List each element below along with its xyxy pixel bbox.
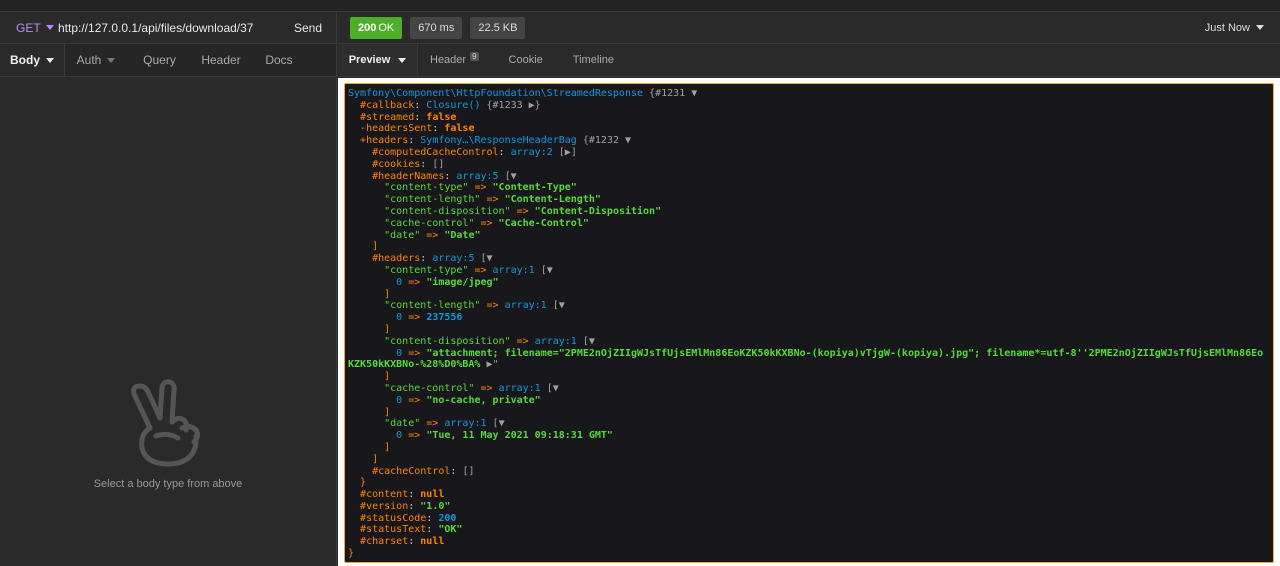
dump-line: ] xyxy=(372,453,379,465)
chevron-down-icon xyxy=(107,57,116,63)
dump-line: #cookies: [] xyxy=(372,158,445,170)
header-count-badge: 9 xyxy=(470,51,479,61)
tab-preview[interactable]: Preview xyxy=(338,44,418,76)
dump-line: "content-disposition" => "Content-Dispos… xyxy=(384,205,662,217)
tab-preview-label: Preview xyxy=(348,54,391,66)
window-top-strip xyxy=(0,0,1280,12)
url-bar: GET http://127.0.0.1/api/files/download/… xyxy=(0,12,336,44)
time-badge: 670 ms xyxy=(410,16,463,39)
response-pane: 200 OK 670 ms 22.5 KB Just Now Preview H… xyxy=(338,12,1280,566)
dump-line: 0 => "attachment; filename="2PME2nOjZIIg… xyxy=(396,347,1264,359)
tab-header[interactable]: Header xyxy=(192,44,250,76)
size-badge: 22.5 KB xyxy=(470,16,526,39)
dump-line: +headers: Symfony…\ResponseHeaderBag {#1… xyxy=(360,135,632,147)
dump-line: #callback: Closure() {#1233 ▶} xyxy=(360,99,541,111)
dump-line: "cache-control" => array:1 [▼ xyxy=(384,382,559,394)
dump-line: KZK50kKXBNo-%28%D0%BA% ▶" xyxy=(348,359,499,371)
dump-line: #version: "1.0" xyxy=(360,500,451,512)
chevron-down-icon xyxy=(45,25,54,30)
body-empty-state xyxy=(0,77,336,566)
request-pane: GET http://127.0.0.1/api/files/download/… xyxy=(0,12,337,566)
dump-line: #headerNames: array:5 [▼ xyxy=(372,170,517,182)
dump-line: ] xyxy=(384,406,391,418)
dump-line: ] xyxy=(384,323,391,335)
dump-line: #cacheControl: [] xyxy=(372,465,475,477)
var-dump[interactable]: Symfony\Component\HttpFoundation\Streame… xyxy=(344,83,1274,563)
tab-body[interactable]: Body xyxy=(0,44,65,76)
tab-filler xyxy=(308,44,336,76)
method-dropdown[interactable]: GET xyxy=(0,12,54,43)
dump-line: 0 => "no-cache, private" xyxy=(396,394,541,406)
tab-response-header-label: Header xyxy=(430,54,467,66)
dump-line: ] xyxy=(384,441,391,453)
chevron-down-icon xyxy=(398,57,407,63)
status-text: OK xyxy=(378,21,395,34)
dump-line: "content-type" => "Content-Type" xyxy=(384,182,577,194)
dump-line: #charset: null xyxy=(360,536,445,548)
dump-line: #computedCacheControl: array:2 [▶] xyxy=(372,146,577,158)
chevron-down-icon xyxy=(46,57,54,63)
tab-query[interactable]: Query xyxy=(127,44,192,76)
dump-line: "content-length" => array:1 [▼ xyxy=(384,300,565,312)
dump-line: "date" => array:1 [▼ xyxy=(384,418,505,430)
dump-line: } xyxy=(348,548,355,560)
dump-line: "content-type" => array:1 [▼ xyxy=(384,264,553,276)
dump-line: #statusCode: 200 xyxy=(360,512,457,524)
dump-line: } xyxy=(360,477,367,489)
status-code: 200 xyxy=(358,21,377,34)
dump-line: ] xyxy=(372,241,379,253)
timestamp-label: Just Now xyxy=(1204,21,1250,34)
dump-line: "cache-control" => "Cache-Control" xyxy=(384,217,589,229)
tab-body-label: Body xyxy=(10,53,40,67)
request-tabs: Body Auth Query Header Docs xyxy=(0,44,336,77)
dump-line: #statusText: "OK" xyxy=(360,524,463,536)
dump-line: #streamed: false xyxy=(360,111,457,123)
dump-line: Symfony\Component\HttpFoundation\Streame… xyxy=(348,88,698,99)
tab-cookie[interactable]: Cookie xyxy=(497,44,555,76)
tab-timeline[interactable]: Timeline xyxy=(561,44,626,76)
response-tabs: Preview Header 9 Cookie Timeline xyxy=(338,44,1280,77)
send-button[interactable]: Send xyxy=(280,12,336,43)
tab-auth-label: Auth xyxy=(76,53,102,67)
tab-response-header[interactable]: Header 9 xyxy=(418,44,491,76)
dump-line: -headersSent: false xyxy=(360,123,475,135)
dump-line: 0 => "image/jpeg" xyxy=(396,276,499,288)
response-status-bar: 200 OK 670 ms 22.5 KB Just Now xyxy=(338,12,1280,44)
dump-line: "content-length" => "Content-Length" xyxy=(384,194,601,206)
dump-line: "date" => "Date" xyxy=(384,229,481,241)
chevron-down-icon xyxy=(1256,25,1264,30)
peace-hand-icon xyxy=(131,379,201,467)
empty-hint: Select a body type from above xyxy=(93,478,243,490)
url-input[interactable]: http://127.0.0.1/api/files/download/37 xyxy=(54,21,280,35)
dump-line: #headers: array:5 [▼ xyxy=(372,253,493,265)
dump-line: "content-disposition" => array:1 [▼ xyxy=(384,335,595,347)
dump-line: 0 => "Tue, 11 May 2021 09:18:31 GMT" xyxy=(396,430,613,442)
history-dropdown[interactable]: Just Now xyxy=(1205,22,1264,34)
dump-line: #content: null xyxy=(360,489,445,501)
method-label: GET xyxy=(16,20,41,35)
dump-line: ] xyxy=(384,371,391,383)
dump-line: ] xyxy=(384,288,391,300)
dump-line: 0 => 237556 xyxy=(396,312,463,324)
status-badge: 200 OK xyxy=(350,16,403,39)
response-preview: Symfony\Component\HttpFoundation\Streame… xyxy=(338,78,1280,566)
tab-docs[interactable]: Docs xyxy=(250,44,308,76)
tab-auth[interactable]: Auth xyxy=(65,44,127,76)
